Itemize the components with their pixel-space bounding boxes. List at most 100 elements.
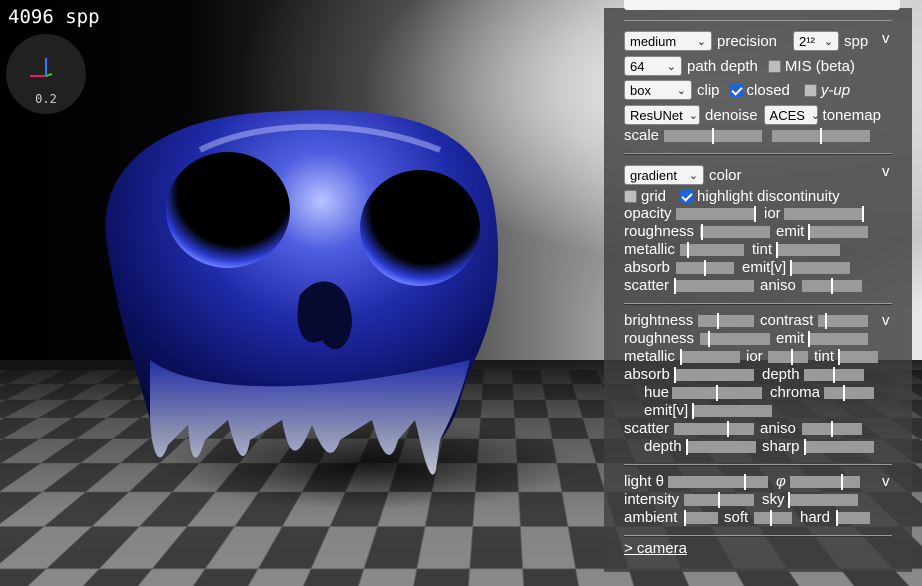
slider-thumb[interactable] [804,439,806,455]
scatter-slider[interactable] [674,278,754,294]
slider-thumb[interactable] [788,492,790,508]
slider-thumb[interactable] [808,224,810,240]
slider-thumb[interactable] [836,510,838,526]
spp-select[interactable]: 2¹² ⌄ [793,31,840,51]
mat-absorb-slider[interactable] [674,367,754,383]
slider-thumb[interactable] [674,367,676,383]
clip-select[interactable]: box ⌄ [624,80,692,100]
slider-thumb[interactable] [808,331,810,347]
slider-thumb[interactable] [841,474,843,490]
mat-emit-v-slider[interactable] [692,403,772,419]
slider-thumb[interactable] [862,206,864,222]
slider-thumb[interactable] [831,278,833,294]
slider-thumb[interactable] [708,331,711,347]
slider-thumb[interactable] [790,260,792,276]
camera-section-link[interactable]: > camera [624,540,687,557]
metallic-slider[interactable] [680,242,744,258]
mat-ior-slider[interactable] [768,349,808,365]
tonemap-select[interactable]: ACES ⌄ [763,105,820,125]
scale-slider-a[interactable] [664,128,762,144]
tint-slider[interactable] [776,242,840,258]
scene-select-top[interactable] [624,0,900,10]
mat-emit-slider[interactable] [808,331,868,347]
absorb-slider[interactable] [676,260,734,276]
contrast-slider[interactable] [818,313,868,329]
slider-thumb[interactable] [718,492,720,508]
color-mode-select[interactable]: gradient ⌄ [624,165,704,185]
roughness-slider[interactable] [700,224,770,240]
slider-thumb[interactable] [831,421,833,437]
slider-thumb[interactable] [727,421,730,437]
path-depth-select[interactable]: 64 ⌄ [624,56,682,76]
sky-label: sky [762,491,785,508]
mat-metallic-slider[interactable] [680,349,740,365]
slider-thumb[interactable] [843,385,846,401]
soft-slider[interactable] [754,510,792,526]
chroma-slider[interactable] [824,385,874,401]
mat-depth2-slider[interactable] [686,439,756,455]
mat-aniso-label: aniso [760,420,796,437]
color-mode-label: color [709,166,742,184]
slider-thumb[interactable] [687,242,690,258]
slider-thumb[interactable] [692,403,694,419]
brightness-slider[interactable] [698,313,754,329]
sky-slider[interactable] [788,492,858,508]
ambient-slider[interactable] [684,510,718,526]
highlight-checkbox[interactable] [680,189,694,203]
slider-thumb[interactable] [684,510,686,526]
slider-thumb[interactable] [770,510,773,526]
hard-slider[interactable] [836,510,870,526]
mat-tint-slider[interactable] [838,349,878,365]
light-theta-slider[interactable] [668,474,768,490]
emit-slider[interactable] [808,224,868,240]
slider-thumb[interactable] [716,385,718,401]
slider-thumb[interactable] [704,260,706,276]
slider-thumb[interactable] [833,367,835,383]
axis-gizmo[interactable]: 0.2 [6,34,86,114]
emit-v-slider[interactable] [790,260,850,276]
collapse-light-toggle[interactable]: v [882,473,890,490]
gizmo-scale-label: 0.2 [35,92,57,106]
divider [624,20,892,21]
slider-thumb[interactable] [712,128,714,144]
slider-thumb[interactable] [701,224,704,240]
y-up-checkbox[interactable] [803,83,817,97]
slider-thumb[interactable] [820,128,822,144]
slider-thumb[interactable] [716,313,719,329]
collapse-color-toggle[interactable]: v [882,163,890,180]
collapse-material-toggle[interactable]: v [882,312,890,329]
mis-label: MIS (beta) [784,57,855,75]
denoise-select[interactable]: ResUNet ⌄ [624,105,700,125]
closed-checkbox[interactable] [729,83,743,97]
grid-checkbox[interactable] [624,189,637,203]
clip-label: clip [697,81,720,99]
roughness-label: roughness [624,223,695,240]
slider-thumb[interactable] [686,439,688,455]
ior-slider[interactable] [784,206,864,222]
slider-thumb[interactable] [744,474,747,490]
slider-thumb[interactable] [825,313,828,329]
slider-thumb[interactable] [754,206,756,222]
sharp-slider[interactable] [804,439,874,455]
light-phi-slider[interactable] [790,474,860,490]
intensity-slider[interactable] [684,492,754,508]
collapse-render-toggle[interactable]: v [882,30,890,47]
slider-thumb[interactable] [838,349,840,365]
light-phi-label: φ [776,473,786,490]
aniso-slider[interactable] [802,278,862,294]
mis-checkbox[interactable] [767,59,781,73]
slider-thumb[interactable] [680,349,682,365]
slider-thumb[interactable] [776,242,778,258]
precision-select[interactable]: medium ⌄ [624,31,712,51]
mat-scatter-slider[interactable] [674,421,754,437]
mat-depth-slider[interactable] [804,367,864,383]
contrast-label: contrast [760,312,814,329]
hue-slider[interactable] [672,385,762,401]
slider-thumb[interactable] [790,349,793,365]
slider-thumb[interactable] [674,278,676,294]
opacity-slider[interactable] [676,206,756,222]
mat-absorb-label: absorb [624,366,670,383]
mat-aniso-slider[interactable] [802,421,862,437]
mat-roughness-slider[interactable] [700,331,770,347]
scale-slider-b[interactable] [772,128,870,144]
